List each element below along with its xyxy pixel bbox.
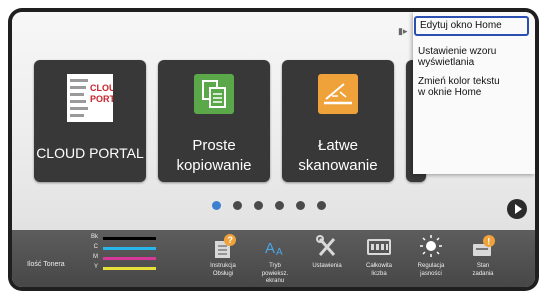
job-status-button[interactable]: ! Stan zadania	[457, 230, 509, 287]
manual-label-line2: Obsługi	[212, 270, 234, 277]
menu-item-label: Edytuj okno Home	[420, 20, 502, 31]
job-status-icon: !	[473, 235, 495, 256]
page-dot[interactable]	[254, 201, 263, 210]
home-screen: CLOUD PORTAL CLOUD PORTAL Proste kopiowa…	[12, 12, 535, 287]
toner-bar-y	[103, 267, 156, 270]
toner-code-c: C	[93, 244, 98, 250]
cloud-portal-icon: CLOUD PORTAL	[67, 74, 113, 122]
menu-item-label-line2: w oknie Home	[418, 87, 482, 98]
enlarge-label-line2: powieksz.	[261, 270, 289, 277]
total-count-label-line2: liczba	[371, 270, 387, 277]
svg-text:?: ?	[228, 235, 234, 245]
action-panel: Edytuj okno Home Ustawienie wzoru wyświe…	[413, 12, 535, 174]
total-count-button[interactable]: Całkowita liczba	[353, 230, 405, 287]
brightness-label-line1: Regulacja	[417, 263, 445, 269]
enlarge-mode-button[interactable]: A A Tryb powieksz. ekranu	[249, 230, 301, 287]
brightness-button[interactable]: Regulacja jasności	[405, 230, 457, 287]
page-dot[interactable]	[317, 201, 326, 210]
toner-bar-bk	[103, 237, 156, 240]
device-frame: CLOUD PORTAL CLOUD PORTAL Proste kopiowa…	[8, 8, 539, 291]
tile-easy-copy[interactable]: Proste kopiowanie	[158, 60, 270, 182]
settings-label: Ustawienia	[312, 263, 342, 269]
menu-item-text-color[interactable]: Zmień kolor tekstu w oknie Home	[418, 76, 533, 98]
toner-bar-c	[103, 247, 156, 250]
menu-item-label-line1: Zmień kolor tekstu	[418, 76, 500, 87]
job-status-label-line2: zadania	[472, 270, 494, 277]
toner-code-bk: Bk	[90, 234, 98, 240]
manual-button[interactable]: ? Instrukcja Obsługi	[197, 230, 249, 287]
system-bar: Ilość Tonera Bk C M Y ? Instrukcja Obsłu…	[12, 230, 535, 287]
page-dot-active[interactable]	[212, 201, 221, 210]
page-indicator	[212, 201, 326, 213]
copy-icon	[194, 74, 234, 114]
job-status-label-line1: Stan	[476, 263, 490, 269]
counter-icon	[367, 239, 391, 255]
page-dot[interactable]	[296, 201, 305, 210]
total-count-label-line1: Całkowita	[365, 263, 392, 269]
toner-code-m: M	[93, 254, 98, 260]
enlarge-icon: A A	[265, 240, 283, 258]
settings-icon	[316, 235, 336, 256]
next-page-button[interactable]	[507, 199, 527, 219]
collapse-menu-icon[interactable]: ▮▸	[398, 26, 408, 38]
brightness-icon	[420, 235, 442, 257]
enlarge-label-line1: Tryb	[269, 263, 281, 269]
enlarge-label-line3: ekranu	[265, 278, 285, 284]
scan-icon	[318, 74, 358, 114]
manual-icon: ?	[215, 234, 236, 258]
tile-easy-scan[interactable]: Łatwe skanowanie	[282, 60, 394, 182]
tile-label-line1: Proste	[192, 137, 236, 154]
menu-item-label-line1: Ustawienie wzoru	[418, 46, 497, 57]
svg-text:!: !	[487, 237, 490, 247]
tile-label: CLOUD PORTAL	[36, 145, 144, 161]
tile-label-line2: skanowanie	[298, 157, 378, 174]
page-dot[interactable]	[233, 201, 242, 210]
menu-item-edit-home[interactable]: Edytuj okno Home	[414, 16, 529, 36]
manual-label-line1: Instrukcja	[210, 263, 236, 269]
tile-cloud-portal[interactable]: CLOUD PORTAL CLOUD PORTAL	[34, 60, 146, 182]
cloud-logo-text-2: PORTAL	[90, 94, 113, 104]
toner-label: Ilość Tonera	[27, 261, 65, 268]
home-main-area: CLOUD PORTAL CLOUD PORTAL Proste kopiowa…	[12, 12, 535, 230]
tile-label-line2: kopiowanie	[176, 157, 252, 174]
page-dot[interactable]	[275, 201, 284, 210]
svg-text:A: A	[276, 247, 283, 258]
tile-label-line1: Łatwe	[317, 137, 359, 154]
brightness-label-line2: jasności	[420, 270, 442, 277]
toner-bar-m	[103, 257, 156, 260]
settings-button[interactable]: Ustawienia	[301, 230, 353, 287]
cloud-logo-text-1: CLOUD	[90, 83, 113, 93]
toner-code-y: Y	[93, 264, 98, 270]
menu-item-label-line2: wyświetlania	[418, 57, 475, 68]
menu-item-display-pattern[interactable]: Ustawienie wzoru wyświetlania	[418, 46, 533, 68]
svg-text:A: A	[265, 240, 275, 257]
